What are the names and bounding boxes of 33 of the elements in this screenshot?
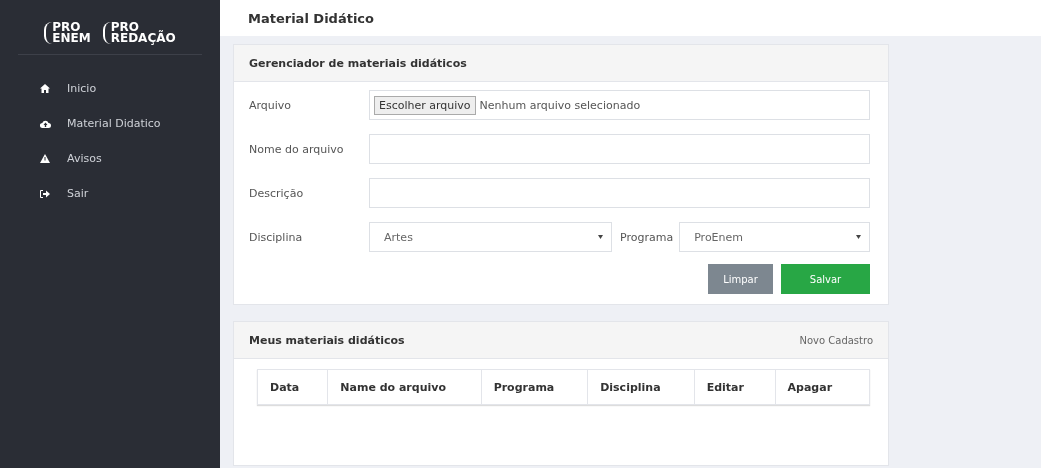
sidebar-item[interactable]: Inicio — [0, 71, 220, 106]
clear-button[interactable]: Limpar — [708, 264, 773, 294]
text-field[interactable] — [369, 134, 870, 164]
caret-icon — [856, 235, 861, 239]
column-header: Data — [258, 370, 329, 404]
field-label: Descrição — [249, 186, 305, 200]
sidebar-item[interactable]: Material Didatico — [0, 106, 220, 141]
sign-out-icon — [40, 189, 51, 198]
home-icon — [40, 84, 50, 93]
page-title: Material Didático — [248, 10, 374, 26]
field-label: Nome do arquivo — [249, 142, 345, 156]
new-record-link[interactable]: Novo Cadastro — [799, 334, 873, 346]
text-field[interactable] — [369, 178, 870, 208]
file-input[interactable]: Escolher arquivo Nenhum arquivo selecionado — [369, 90, 870, 120]
card-title: Gerenciador de materiais didáticos — [249, 56, 467, 70]
field-label: Arquivo — [249, 98, 293, 112]
column-header: Apagar — [786, 379, 834, 396]
column-header: Editar — [694, 370, 776, 404]
column-header: Programa — [481, 370, 589, 404]
choose-file-button[interactable]: Escolher arquivo — [374, 95, 476, 115]
warning-icon — [40, 154, 50, 163]
logo: PRO ENEM PRO REDAÇÃO — [18, 0, 202, 55]
field-label: Disciplina — [249, 230, 304, 244]
column-header: Name do arquivo — [328, 370, 482, 404]
cloud-upload-icon — [40, 119, 51, 128]
sidebar-item[interactable]: Sair — [0, 176, 220, 211]
card-title: Meus materiais didáticos — [249, 333, 405, 347]
column-header: Disciplina — [588, 370, 695, 404]
caret-icon — [598, 235, 603, 239]
select-field[interactable]: Artes — [369, 222, 612, 252]
field-label: Programa — [620, 230, 674, 244]
sidebar-item[interactable]: Avisos — [0, 141, 220, 176]
select-field[interactable]: ProEnem — [679, 222, 870, 252]
